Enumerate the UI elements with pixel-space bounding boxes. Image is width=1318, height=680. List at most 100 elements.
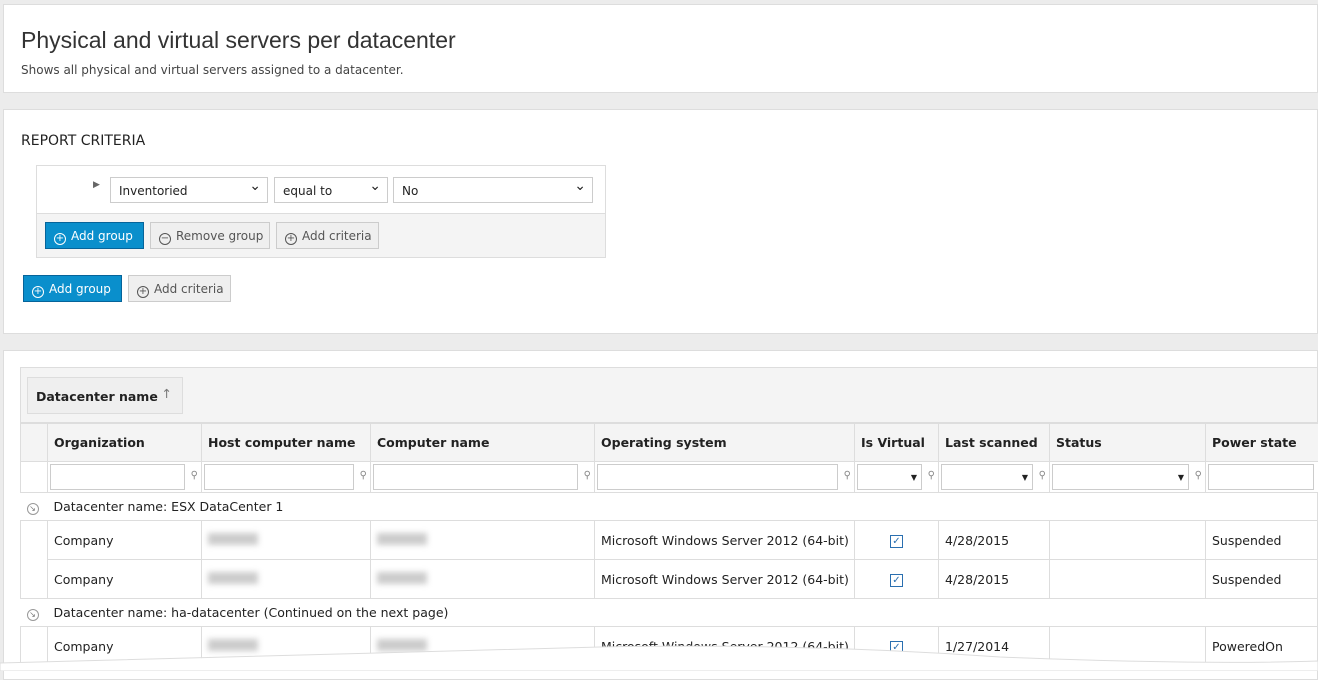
filter-cell: ⚲ [202,462,371,493]
add-criteria-button[interactable]: + Add criteria [276,222,379,249]
filter-input[interactable] [373,464,578,490]
button-label: Add criteria [302,229,372,243]
cell-virtual: ✓ [855,560,939,599]
add-criteria-button-root[interactable]: + Add criteria [128,275,231,302]
page-title: Physical and virtual servers per datacen… [21,27,456,54]
filter-pin-icon[interactable]: ⚲ [360,470,367,481]
filter-cell [1206,462,1318,493]
cell-os: Microsoft Windows Server 2012 (64-bit) [595,560,855,599]
cell-last-scanned: 4/28/2015 [939,521,1050,560]
filter-cell: ▼⚲ [1050,462,1206,493]
operator-select[interactable]: equal to [274,177,388,203]
cell-power-state: Suspended [1206,560,1318,599]
cell-host [202,521,371,560]
column-header[interactable]: Organization [48,424,202,462]
filter-pin-icon[interactable]: ⚲ [1195,470,1202,481]
cell-os: Microsoft Windows Server 2012 (64-bit) [595,521,855,560]
collapse-group-icon[interactable]: ↘ [27,609,39,621]
table-row[interactable]: Company Microsoft Windows Server 2012 (6… [21,560,1318,599]
group-row[interactable]: ↘ Datacenter name: ESX DataCenter 1 [21,493,1318,521]
column-header[interactable]: Status [1050,424,1206,462]
column-header[interactable]: Operating system [595,424,855,462]
column-header[interactable]: Host computer name [202,424,371,462]
add-group-button-root[interactable]: + Add group [23,275,122,302]
gutter [21,462,48,493]
cell-host [202,560,371,599]
button-label: Add group [49,282,111,296]
filter-cell: ⚲ [595,462,855,493]
report-criteria-panel: REPORT CRITERIA ▶ Inventoried equal to N… [3,109,1318,334]
filter-cell: ⚲ [371,462,595,493]
checkbox-checked-icon: ✓ [890,535,903,548]
torn-edge [0,641,1318,671]
checkbox-checked-icon: ✓ [890,574,903,587]
filter-input[interactable] [204,464,354,490]
button-label: Remove group [176,229,263,243]
cell-organization: Company [48,521,202,560]
table-row[interactable]: Company Microsoft Windows Server 2012 (6… [21,521,1318,560]
cell-computer [371,560,595,599]
group-chip-datacenter[interactable]: Datacenter name ↑ [27,377,183,414]
results-table: OrganizationHost computer nameComputer n… [20,423,1318,666]
column-header[interactable]: Computer name [371,424,595,462]
filter-input[interactable] [1208,464,1314,490]
page-subtitle: Shows all physical and virtual servers a… [21,63,404,77]
dropdown-arrow-icon[interactable]: ▼ [1178,473,1184,482]
filter-input[interactable]: ▼ [857,464,922,490]
filter-pin-icon[interactable]: ⚲ [1039,470,1046,481]
column-header[interactable]: Last scanned [939,424,1050,462]
gutter-header [21,424,48,462]
dropdown-arrow-icon[interactable]: ▼ [911,473,917,482]
group-label: Datacenter name: ESX DataCenter 1 [48,493,1318,521]
expand-arrow-icon[interactable]: ▶ [93,180,100,190]
gutter [21,521,48,560]
results-panel: Datacenter name ↑ OrganizationHost comput… [3,350,1318,680]
criteria-group: ▶ Inventoried equal to No + Add group −Re… [36,165,606,258]
redacted-text [377,572,427,584]
minus-circle-icon: − [159,233,171,245]
filter-pin-icon[interactable]: ⚲ [844,470,851,481]
cell-last-scanned: 4/28/2015 [939,560,1050,599]
remove-group-button[interactable]: −Remove group [150,222,270,249]
plus-circle-icon: + [285,233,297,245]
cell-power-state: Suspended [1206,521,1318,560]
filter-pin-icon[interactable]: ⚲ [928,470,935,481]
plus-circle-icon: + [54,233,66,245]
filter-pin-icon[interactable]: ⚲ [584,470,591,481]
field-select[interactable]: Inventoried [110,177,268,203]
group-label: Datacenter name: ha-datacenter (Continue… [48,599,1318,627]
gutter [21,560,48,599]
cell-status [1050,521,1206,560]
column-header[interactable]: Is Virtual [855,424,939,462]
cell-status [1050,560,1206,599]
redacted-text [208,533,258,545]
filter-input[interactable] [50,464,185,490]
cell-virtual: ✓ [855,521,939,560]
filter-input[interactable]: ▼ [941,464,1033,490]
filter-cell: ▼⚲ [855,462,939,493]
filter-cell: ⚲ [48,462,202,493]
redacted-text [377,533,427,545]
column-header[interactable]: Power state [1206,424,1318,462]
button-label: Add criteria [154,282,224,296]
filter-pin-icon[interactable]: ⚲ [191,470,198,481]
filter-cell: ▼⚲ [939,462,1050,493]
button-label: Add group [71,229,133,243]
filter-input[interactable]: ▼ [1052,464,1189,490]
cell-computer [371,521,595,560]
arrow-up-icon[interactable]: ↑ [162,386,172,401]
add-group-button[interactable]: + Add group [45,222,144,249]
report-header: Physical and virtual servers per datacen… [3,4,1318,93]
filter-input[interactable] [597,464,838,490]
dropdown-arrow-icon[interactable]: ▼ [1022,473,1028,482]
group-row[interactable]: ↘ Datacenter name: ha-datacenter (Continu… [21,599,1318,627]
value-select[interactable]: No [393,177,593,203]
cell-organization: Company [48,560,202,599]
group-by-bar: Datacenter name ↑ [20,367,1317,423]
collapse-group-icon[interactable]: ↘ [27,503,39,515]
criteria-title: REPORT CRITERIA [21,133,145,149]
plus-circle-icon: + [137,286,149,298]
redacted-text [208,572,258,584]
chip-label: Datacenter name [36,389,158,404]
plus-circle-icon: + [32,286,44,298]
